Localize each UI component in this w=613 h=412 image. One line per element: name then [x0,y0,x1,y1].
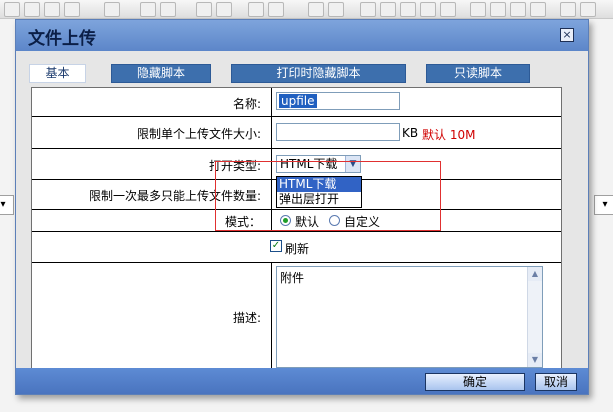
toolbar-button[interactable] [380,2,396,17]
name-input[interactable]: upfile [276,92,400,110]
toolbar-button[interactable] [360,2,376,17]
form-row-size: 限制单个上传文件大小: KB 默认 10M [32,117,561,149]
form-row-description: 描述: 附件 ▲ ▼ [32,263,561,371]
toolbar-button[interactable] [104,2,120,17]
editor-select[interactable]: ▾ [0,195,14,215]
editor-toolbar [0,0,613,19]
toolbar-button[interactable] [196,2,212,17]
toolbar-button[interactable] [24,2,40,17]
description-label: 描述: [232,311,261,325]
toolbar-button[interactable] [140,2,156,17]
name-input-value: upfile [279,94,317,108]
tab-basic[interactable]: 基本 [29,64,86,83]
toolbar-button[interactable] [248,2,264,17]
toolbar-button[interactable] [470,2,486,17]
tab-print-hidden-script[interactable]: 打印时隐藏脚本 [231,64,406,83]
toolbar-button[interactable] [308,2,324,17]
dialog-title-bar[interactable]: 文件上传 × [16,20,588,51]
form-row-refresh: ✓ 刷新 [32,232,561,263]
editor-select[interactable]: ▾ [594,195,613,215]
scroll-down-icon[interactable]: ▼ [528,353,542,367]
highlight-box [215,161,441,231]
toolbar-button[interactable] [160,2,176,17]
close-icon[interactable]: × [560,28,574,42]
scroll-up-icon[interactable]: ▲ [528,267,542,281]
upload-dialog: 文件上传 × 基本 隐藏脚本 打印时隐藏脚本 只读脚本 名称: upfile 限… [15,19,589,395]
toolbar-button[interactable] [440,2,456,17]
cancel-button[interactable]: 取消 [535,373,577,391]
dialog-title: 文件上传 [28,29,96,49]
toolbar-button[interactable] [216,2,232,17]
description-textarea[interactable]: 附件 ▲ ▼ [276,266,543,368]
toolbar-button[interactable] [560,2,576,17]
size-input[interactable] [276,123,400,141]
toolbar-button[interactable] [44,2,60,17]
form-row-name: 名称: upfile [32,88,561,117]
name-label: 名称: [232,97,261,111]
toolbar-button[interactable] [580,2,596,17]
description-value: 附件 [280,271,305,285]
toolbar-button[interactable] [328,2,344,17]
refresh-checkbox[interactable]: ✓ [270,240,282,252]
size-unit: KB [402,126,419,140]
toolbar-button[interactable] [510,2,526,17]
toolbar-button[interactable] [530,2,546,17]
toolbar-button[interactable] [4,2,20,17]
tab-hidden-script[interactable]: 隐藏脚本 [111,64,211,83]
size-label: 限制单个上传文件大小: [136,127,261,141]
size-default-hint: 默认 10M [422,128,476,142]
tab-readonly-script[interactable]: 只读脚本 [426,64,530,83]
toolbar-button[interactable] [490,2,506,17]
toolbar-button[interactable] [268,2,284,17]
description-scrollbar[interactable]: ▲ ▼ [527,267,542,367]
toolbar-button[interactable] [400,2,416,17]
toolbar-button[interactable] [420,2,436,17]
dialog-footer: 确定 取消 [16,368,588,394]
ok-button[interactable]: 确定 [425,373,525,391]
refresh-label: 刷新 [285,242,310,256]
toolbar-button[interactable] [64,2,80,17]
